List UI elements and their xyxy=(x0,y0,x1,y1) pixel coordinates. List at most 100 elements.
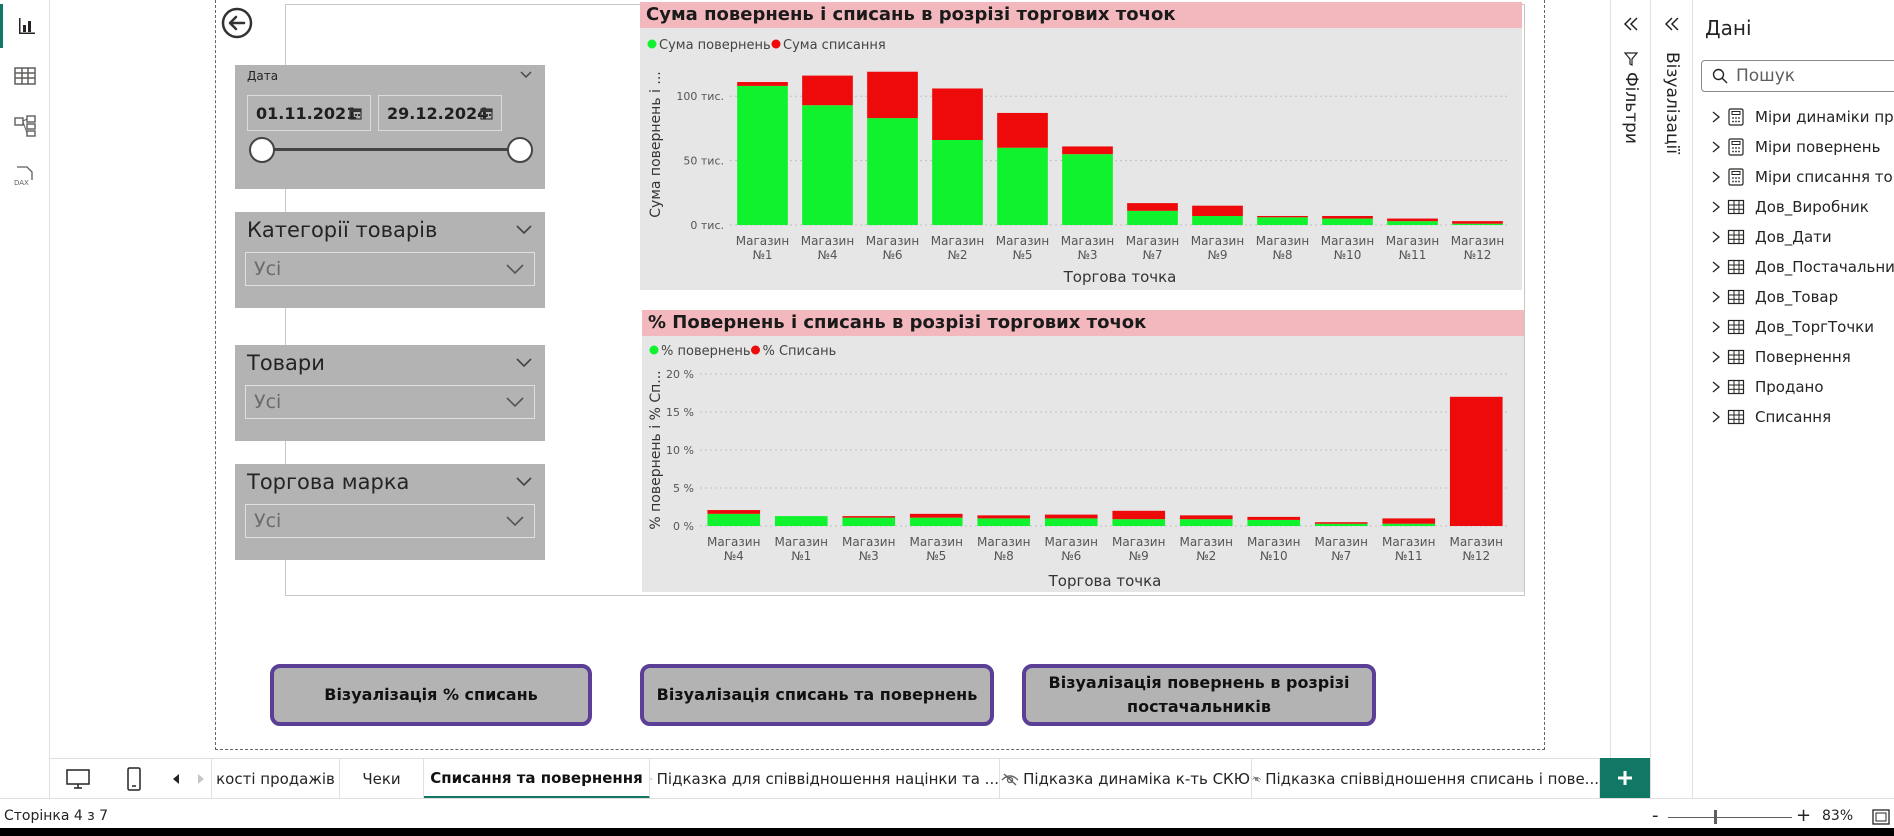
bar-chart-icon xyxy=(18,18,35,34)
field-item[interactable]: Міри списання това xyxy=(1711,164,1894,190)
filters-pane-label[interactable]: Фільтри xyxy=(1621,72,1641,144)
date-slicer[interactable]: Дата 01.11.2021 29.12.2024 xyxy=(235,65,545,189)
tab-tooltip-sku-dynamics[interactable]: Підказка динаміка к-ть СКЮ xyxy=(1000,759,1252,799)
zoom-slider-track[interactable] xyxy=(1668,817,1792,818)
chevron-right-icon[interactable] xyxy=(1711,260,1727,274)
chevron-right-icon[interactable] xyxy=(1711,410,1727,424)
data-search-input[interactable]: Пошук xyxy=(1701,60,1894,92)
data-pane: Дані Пошук Міри динаміки прод Міри поверн… xyxy=(1692,0,1894,798)
filters-pane-collapsed[interactable]: Фільтри xyxy=(1610,0,1650,758)
bar-segment xyxy=(1247,516,1301,520)
field-item[interactable]: Дов_ТоргТочки xyxy=(1711,314,1874,340)
chevron-down-icon xyxy=(506,264,524,275)
products-slicer[interactable]: Товари Усі xyxy=(235,345,545,441)
field-item[interactable]: Міри повернень xyxy=(1711,134,1880,160)
chevron-down-icon[interactable] xyxy=(515,357,533,369)
legend-marker xyxy=(771,39,781,49)
tab-tooltip-markup-ratio[interactable]: Підказка для співвідношення націнки та .… xyxy=(650,759,1000,799)
chevron-right-icon[interactable] xyxy=(1711,140,1727,154)
writeoffs-returns-button[interactable]: Візуалізація списань та повернень xyxy=(640,664,994,726)
date-range-start-handle[interactable] xyxy=(249,137,275,163)
date-range-end-handle[interactable] xyxy=(507,137,533,163)
bar-segment xyxy=(1192,215,1243,225)
category-slicer[interactable]: Категорії товарів Усі xyxy=(235,212,545,308)
back-button[interactable] xyxy=(220,6,254,40)
zoom-level[interactable]: 83% xyxy=(1822,808,1853,824)
zoom-out-button[interactable]: - xyxy=(1652,805,1659,826)
field-item[interactable]: Дов_Постачальники xyxy=(1711,254,1894,280)
field-item[interactable]: Дов_Виробник xyxy=(1711,194,1869,220)
chevron-right-icon[interactable] xyxy=(1711,290,1727,304)
chevron-down-icon[interactable] xyxy=(519,70,533,80)
field-label: Повернення xyxy=(1755,348,1851,366)
brand-slicer[interactable]: Торгова марка Усі xyxy=(235,464,545,560)
scroll-tabs-right-button[interactable] xyxy=(190,759,212,799)
field-item[interactable]: Продано xyxy=(1711,374,1824,400)
bar-segment xyxy=(1179,519,1233,526)
chevron-right-icon[interactable] xyxy=(1711,230,1727,244)
date-to-field[interactable]: 29.12.2024 xyxy=(378,95,502,131)
chevron-right-icon[interactable] xyxy=(1711,320,1727,334)
mobile-layout-button[interactable] xyxy=(106,759,162,799)
bar-segment xyxy=(1127,210,1178,225)
chevron-right-icon[interactable] xyxy=(1711,200,1727,214)
x-tick-label: Магазин xyxy=(1126,234,1179,248)
bar-segment xyxy=(867,71,918,119)
table-icon xyxy=(1727,259,1749,275)
products-dropdown[interactable]: Усі xyxy=(245,385,535,419)
field-item[interactable]: Дов_Товар xyxy=(1711,284,1838,310)
search-icon xyxy=(1712,68,1728,84)
chevron-down-icon[interactable] xyxy=(515,476,533,488)
double-chevron-left-icon[interactable] xyxy=(1664,16,1680,32)
date-from-field[interactable]: 01.11.2021 xyxy=(247,95,371,131)
zoom-slider-thumb[interactable] xyxy=(1714,810,1717,824)
bar-segment xyxy=(802,105,853,225)
x-tick-label: №6 xyxy=(1061,549,1081,563)
y-tick-label: 20 % xyxy=(666,368,694,381)
bar-segment xyxy=(997,147,1048,225)
pct-writeoffs-button[interactable]: Візуалізація % списань xyxy=(270,664,592,726)
visualizations-pane-label[interactable]: Візуалізації xyxy=(1662,52,1682,154)
field-item[interactable]: Міри динаміки прод xyxy=(1711,104,1894,130)
brand-dropdown[interactable]: Усі xyxy=(245,504,535,538)
field-item[interactable]: Списання xyxy=(1711,404,1831,430)
data-pane-title: Дані xyxy=(1705,16,1752,40)
calendar-icon[interactable] xyxy=(349,107,362,120)
add-page-button[interactable] xyxy=(1600,758,1650,798)
chevron-right-icon[interactable] xyxy=(1711,350,1727,364)
plus-icon xyxy=(1618,771,1632,785)
bar-segment xyxy=(1322,218,1373,225)
view-switcher-rail: DAX xyxy=(0,0,50,812)
returns-writeoffs-percent-chart[interactable]: % повернень% Списань 0 % 5 % 10 % 15 % 20 %% … xyxy=(642,310,1524,592)
tab-sales-dynamics[interactable]: кості продажів xyxy=(212,759,340,799)
zoom-in-button[interactable]: + xyxy=(1796,805,1811,826)
returns-writeoffs-sum-chart[interactable]: Сума повернень Сума списання 0 тис. 50 тис.… xyxy=(640,2,1522,290)
dax-query-view-button[interactable]: DAX xyxy=(0,154,50,198)
desktop-layout-button[interactable] xyxy=(50,759,106,799)
tab-receipts[interactable]: Чеки xyxy=(340,759,424,799)
x-tick-label: Магазин xyxy=(1315,535,1368,549)
model-view-button[interactable] xyxy=(0,104,50,148)
hidden-eye-icon xyxy=(1252,776,1261,783)
calendar-icon[interactable] xyxy=(480,107,493,120)
chevron-right-icon[interactable] xyxy=(1711,170,1727,184)
double-chevron-left-icon[interactable] xyxy=(1623,16,1639,32)
bar-segment xyxy=(707,510,761,514)
report-view-button[interactable] xyxy=(0,4,50,48)
chevron-right-icon[interactable] xyxy=(1711,110,1727,124)
category-dropdown[interactable]: Усі xyxy=(245,252,535,286)
visualizations-pane-collapsed[interactable]: Візуалізації xyxy=(1650,0,1692,798)
bar-segment xyxy=(1179,515,1233,520)
chevron-right-icon[interactable] xyxy=(1711,380,1727,394)
returns-by-supplier-button[interactable]: Візуалізація повернень в розрізі постача… xyxy=(1022,664,1376,726)
tab-writeoffs-returns[interactable]: Списання та повернення xyxy=(424,759,650,799)
field-item[interactable]: Дов_Дати xyxy=(1711,224,1832,250)
table-view-button[interactable] xyxy=(0,54,50,98)
model-icon xyxy=(14,115,36,137)
x-tick-label: Магазин xyxy=(1045,535,1098,549)
tab-tooltip-writeoff-return-ratio[interactable]: Підказка співвідношення списань і пове..… xyxy=(1252,759,1600,799)
field-item[interactable]: Повернення xyxy=(1711,344,1851,370)
fit-to-page-icon[interactable] xyxy=(1872,809,1890,825)
scroll-tabs-left-button[interactable] xyxy=(162,759,190,799)
chevron-down-icon[interactable] xyxy=(515,224,533,236)
